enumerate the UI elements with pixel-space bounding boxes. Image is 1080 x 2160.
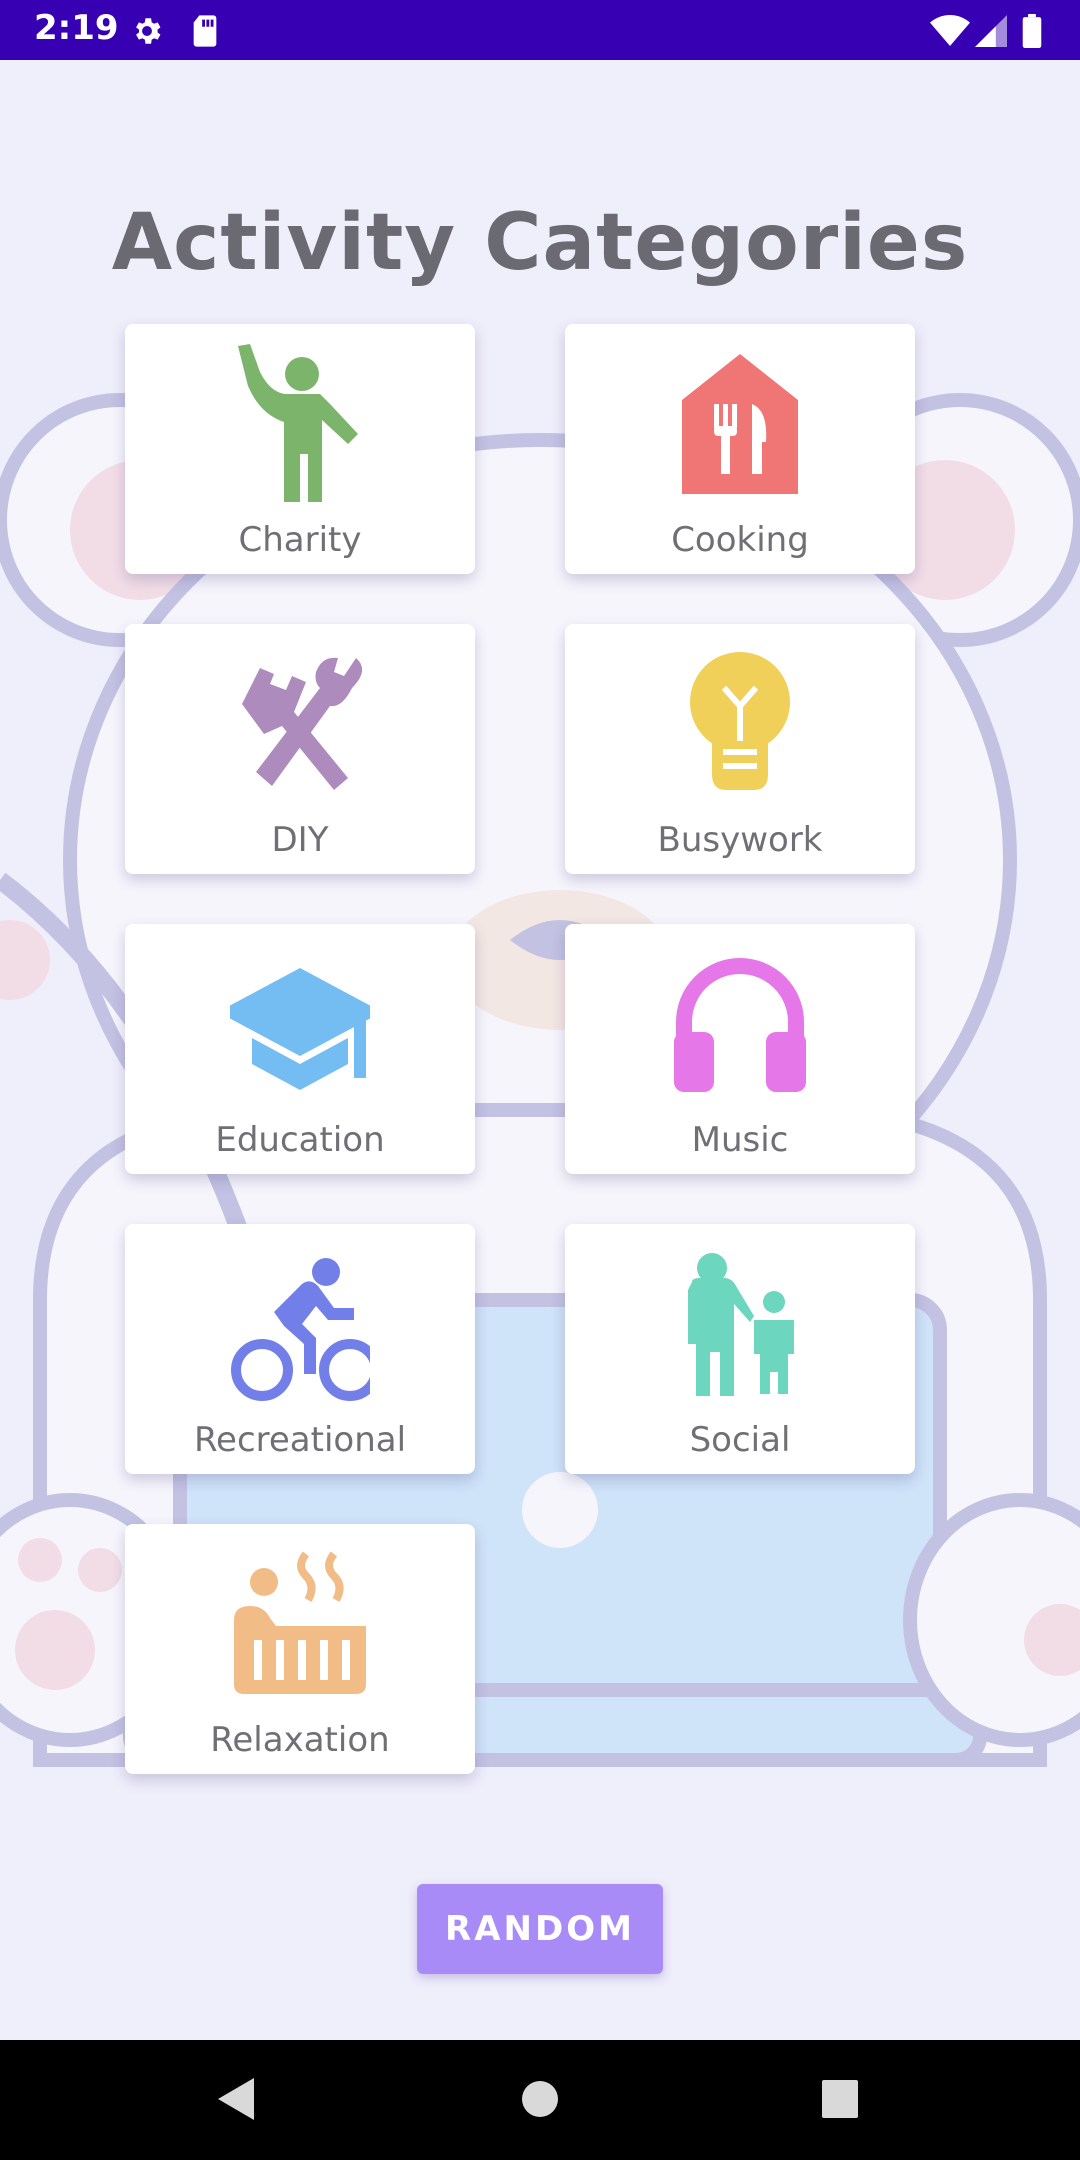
category-label: Recreational [193, 1420, 407, 1460]
category-label: Busywork [657, 820, 823, 860]
person-waving-icon [230, 342, 370, 502]
category-label: DIY [271, 820, 329, 860]
navigation-bar [0, 2040, 1080, 2160]
random-button[interactable]: RANDOM [417, 1884, 663, 1974]
headphones-icon [670, 942, 810, 1102]
category-label: Social [689, 1420, 791, 1460]
app-screen: 2:19 Activity Categories Charity Cooking… [0, 0, 1080, 2160]
recents-icon[interactable] [820, 2076, 860, 2127]
category-card-education[interactable]: Education [125, 924, 475, 1174]
category-card-charity[interactable]: Charity [125, 324, 475, 574]
bicycle-icon [230, 1242, 381, 1402]
restaurant-house-icon [670, 342, 810, 502]
category-card-recreational[interactable]: Recreational [125, 1224, 475, 1474]
hot-tub-icon [230, 1542, 370, 1702]
category-label: Charity [238, 520, 362, 560]
category-card-diy[interactable]: DIY [125, 624, 475, 874]
graduation-cap-icon [218, 942, 382, 1102]
category-card-busywork[interactable]: Busywork [565, 624, 915, 874]
category-label: Music [691, 1120, 789, 1160]
category-card-cooking[interactable]: Cooking [565, 324, 915, 574]
signal-icon [975, 14, 1007, 53]
sd-card-icon [190, 14, 220, 53]
category-card-relaxation[interactable]: Relaxation [125, 1524, 475, 1774]
home-icon[interactable] [520, 2076, 560, 2127]
status-time: 2:19 [34, 8, 119, 48]
category-card-social[interactable]: Social [565, 1224, 915, 1474]
category-label: Education [215, 1120, 385, 1160]
tools-icon [230, 642, 370, 802]
settings-icon [130, 14, 164, 53]
lightbulb-icon [670, 642, 810, 802]
category-label: Relaxation [210, 1720, 390, 1760]
category-card-music[interactable]: Music [565, 924, 915, 1174]
family-icon [670, 1242, 810, 1402]
page-title: Activity Categories [111, 198, 969, 288]
category-label: Cooking [671, 520, 809, 560]
wifi-icon [930, 14, 970, 53]
battery-icon [1022, 14, 1042, 53]
status-bar: 2:19 [0, 0, 1080, 60]
back-icon[interactable] [216, 2076, 256, 2127]
